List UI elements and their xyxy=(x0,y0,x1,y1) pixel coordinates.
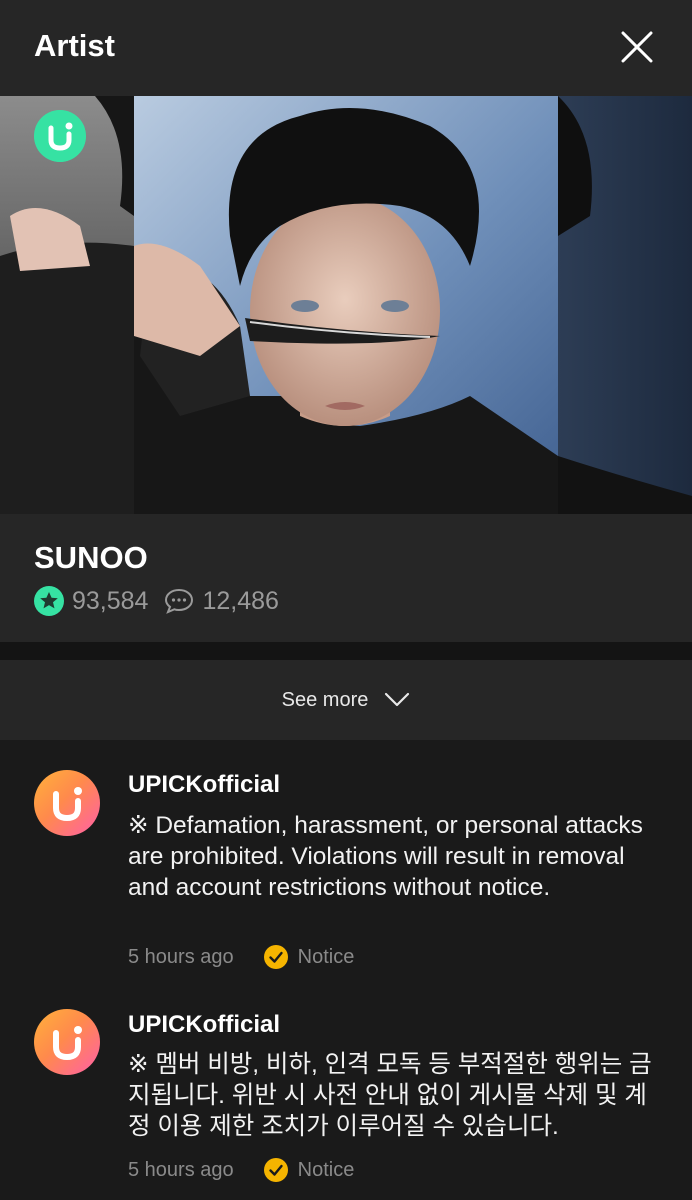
upick-badge-icon xyxy=(34,110,86,162)
upick-logo-icon xyxy=(53,1026,82,1061)
chevron-down-icon xyxy=(385,692,410,707)
comment-count: 12,486 xyxy=(202,586,279,615)
close-icon[interactable] xyxy=(618,28,656,66)
artist-photo xyxy=(0,96,692,514)
post-timestamp: 5 hours ago xyxy=(128,1158,234,1181)
section-divider xyxy=(0,642,692,660)
artist-photo-carousel[interactable] xyxy=(0,96,692,514)
artist-info: SUNOO 93,584 12,486 xyxy=(0,514,692,642)
vote-count: 93,584 xyxy=(72,586,149,615)
see-more-button[interactable]: See more xyxy=(0,660,692,740)
see-more-label: See more xyxy=(281,688,369,711)
post-meta: 5 hours ago Notice xyxy=(128,1156,354,1184)
comment-feed: UPICKofficial ※ Defamation, harassment, … xyxy=(0,740,692,1200)
post-meta: 5 hours ago Notice xyxy=(128,943,354,971)
post-text: ※ 멤버 비방, 비하, 인격 모독 등 부적절한 행위는 금지됩니다. 위반 … xyxy=(128,1051,652,1140)
comment-icon xyxy=(165,588,194,614)
notice-tag: Notice xyxy=(297,945,355,968)
page-title: Artist xyxy=(34,28,115,63)
vote-star-icon xyxy=(34,586,64,616)
post-timestamp: 5 hours ago xyxy=(128,945,234,968)
artist-stats: 93,584 12,486 xyxy=(34,586,279,616)
notice-check-icon xyxy=(263,1158,288,1182)
post-author[interactable]: UPICKofficial xyxy=(128,1011,280,1039)
avatar[interactable] xyxy=(34,770,100,836)
app-header: Artist xyxy=(0,0,692,96)
notice-check-icon xyxy=(263,945,288,969)
post-author[interactable]: UPICKofficial xyxy=(128,771,280,799)
notice-tag: Notice xyxy=(297,1158,355,1181)
artist-name: SUNOO xyxy=(34,540,148,575)
avatar[interactable] xyxy=(34,1009,100,1075)
upick-logo-icon xyxy=(53,787,82,822)
post-text: ※ Defamation, harassment, or personal at… xyxy=(128,812,643,901)
